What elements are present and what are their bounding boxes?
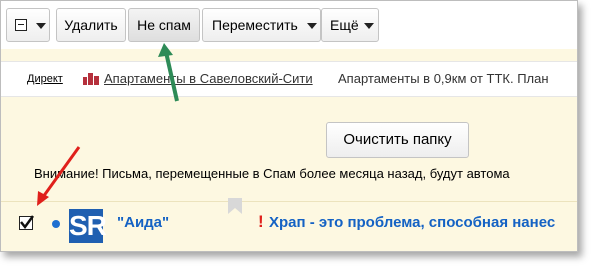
- select-all-button[interactable]: [6, 8, 50, 42]
- important-mark: !: [258, 212, 264, 231]
- move-button[interactable]: Переместить: [202, 8, 321, 42]
- direct-logo-icon: [83, 73, 99, 85]
- toolbar: Удалить Не спам Переместить Ещё: [1, 1, 577, 49]
- ad-bar: Директ Апартаменты в Савеловский-Сити Ап…: [1, 61, 577, 97]
- message-subject[interactable]: Храп - это проблема, способная нанес: [269, 214, 555, 231]
- checkbox-select-icon: [15, 19, 27, 31]
- more-button[interactable]: Ещё: [321, 8, 379, 42]
- bookmark-tail: [228, 208, 242, 214]
- caret-down-icon: [307, 23, 317, 29]
- caret-down-icon: [364, 23, 374, 29]
- clean-folder-button[interactable]: Очистить папку: [326, 122, 469, 158]
- avatar: SR: [69, 209, 107, 243]
- bookmark-icon[interactable]: [228, 198, 242, 208]
- move-button-label: Переместить: [212, 17, 298, 33]
- message-sender[interactable]: "Аида": [117, 214, 169, 231]
- message-checkbox[interactable]: [19, 215, 35, 230]
- ad-text: Апартаменты в 0,9км от ТТК. План: [338, 71, 549, 86]
- delete-button[interactable]: Удалить: [56, 8, 126, 42]
- ad-link[interactable]: Апартаменты в Савеловский-Сити: [104, 62, 313, 96]
- direct-link[interactable]: Директ: [27, 62, 63, 96]
- unread-dot[interactable]: [52, 220, 60, 228]
- message-row[interactable]: SR "Аида" ! Храп - это проблема, способн…: [1, 198, 577, 251]
- not-spam-button[interactable]: Не спам: [128, 8, 200, 42]
- checkmark-icon: [20, 215, 35, 230]
- caret-down-icon: [36, 23, 46, 29]
- mail-window: Удалить Не спам Переместить Ещё Директ А…: [0, 0, 578, 252]
- more-button-label: Ещё: [330, 17, 359, 33]
- spam-notice: Внимание! Письма, перемещенные в Спам бо…: [34, 166, 510, 181]
